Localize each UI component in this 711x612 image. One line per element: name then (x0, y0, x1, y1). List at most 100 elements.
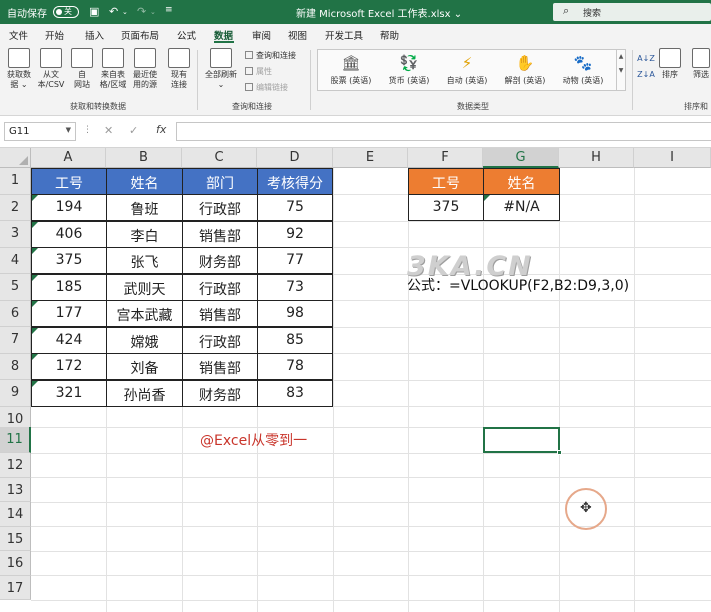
table-cell[interactable]: 77 (257, 247, 333, 274)
table-cell[interactable]: 销售部 (182, 353, 258, 380)
document-title[interactable]: 新建 Microsoft Excel 工作表.xlsx ⌄ (296, 5, 462, 20)
table-cell[interactable]: 73 (257, 274, 333, 301)
cancel-icon[interactable]: ✕ (104, 124, 113, 137)
table-cell[interactable]: 177 (31, 300, 107, 327)
table-cell[interactable]: 行政部 (182, 274, 258, 301)
tab-formulas[interactable]: 公式 (177, 28, 196, 42)
table-cell[interactable]: 83 (257, 380, 333, 407)
lookup-result-cell[interactable]: #N/A (483, 194, 560, 221)
row-header-7[interactable]: 7 (0, 327, 31, 354)
customize-toolbar-icon[interactable]: ≡ (165, 5, 173, 15)
search-box[interactable]: ⌕ 搜索 (553, 3, 711, 21)
sort-ascending-icon[interactable]: A↓Z (636, 54, 656, 64)
insert-function-icon[interactable]: fx (156, 123, 166, 136)
formula-input[interactable] (176, 122, 711, 141)
sort-az-buttons[interactable]: A↓Z Z↓A (636, 54, 656, 80)
table-cell[interactable]: 185 (31, 274, 107, 301)
table-cell[interactable]: 行政部 (182, 327, 258, 354)
queries-connections-button[interactable]: 查询和连接 (245, 50, 296, 61)
header-cell-name[interactable]: 姓名 (106, 168, 183, 195)
row-header-14[interactable]: 14 (0, 502, 31, 527)
tab-home[interactable]: 开始 (45, 28, 64, 42)
from-web-button[interactable]: 自 网站 (68, 48, 96, 90)
redo-icon[interactable]: ↷ (137, 5, 146, 18)
tab-review[interactable]: 审阅 (252, 28, 271, 42)
currency-data-type[interactable]: 💱 货币 (英语) (384, 54, 434, 86)
row-header-17[interactable]: 17 (0, 575, 31, 600)
row-header-8[interactable]: 8 (0, 353, 31, 380)
tab-help[interactable]: 帮助 (380, 28, 399, 42)
enter-icon[interactable]: ✓ (129, 124, 138, 137)
active-cell-g11[interactable] (483, 427, 562, 455)
name-box[interactable]: G11 ▼ (4, 122, 76, 141)
from-csv-button[interactable]: 从文 本/CSV (35, 48, 67, 90)
table-cell[interactable]: 375 (31, 247, 107, 274)
get-data-button[interactable]: 获取数 据 ⌄ (4, 48, 34, 90)
redo-dropdown-icon[interactable]: ⌄ (150, 8, 156, 16)
lookup-header-name[interactable]: 姓名 (483, 168, 560, 195)
table-cell[interactable]: 75 (257, 194, 333, 221)
row-header-1[interactable]: 1 (0, 168, 31, 195)
fill-handle[interactable] (557, 450, 562, 455)
save-icon[interactable]: ▣ (89, 5, 99, 18)
tab-data[interactable]: 数据 (214, 28, 233, 42)
refresh-all-button[interactable]: 全部刷新 ⌄ (202, 48, 240, 90)
select-all-button[interactable] (0, 148, 31, 168)
header-cell-department[interactable]: 部门 (182, 168, 258, 195)
column-header-i[interactable]: I (634, 148, 711, 168)
stocks-data-type[interactable]: 🏛 股票 (英语) (326, 54, 376, 86)
tab-page-layout[interactable]: 页面布局 (121, 28, 159, 42)
row-header-3[interactable]: 3 (0, 221, 31, 248)
table-cell[interactable]: 张飞 (106, 247, 183, 274)
column-header-d[interactable]: D (257, 148, 333, 168)
column-header-a[interactable]: A (31, 148, 106, 168)
table-cell[interactable]: 172 (31, 353, 107, 380)
anatomy-data-type[interactable]: ✋ 解剖 (英语) (500, 54, 550, 86)
lookup-input-cell[interactable]: 375 (408, 194, 484, 221)
table-cell[interactable]: 刘备 (106, 353, 183, 380)
table-cell[interactable]: 78 (257, 353, 333, 380)
table-cell[interactable]: 424 (31, 327, 107, 354)
table-cell[interactable]: 李白 (106, 221, 183, 248)
recent-sources-button[interactable]: 最近使 用的源 (130, 48, 160, 90)
header-cell-score[interactable]: 考核得分 (257, 168, 333, 195)
table-cell[interactable]: 销售部 (182, 300, 258, 327)
row-header-5[interactable]: 5 (0, 274, 31, 301)
table-cell[interactable]: 92 (257, 221, 333, 248)
table-cell[interactable]: 嫦娥 (106, 327, 183, 354)
sort-descending-icon[interactable]: Z↓A (636, 70, 656, 80)
column-header-b[interactable]: B (106, 148, 182, 168)
table-cell[interactable]: 321 (31, 380, 107, 407)
tab-file[interactable]: 文件 (9, 28, 28, 42)
table-cell[interactable]: 财务部 (182, 380, 258, 407)
animals-data-type[interactable]: 🐾 动物 (英语) (558, 54, 608, 86)
column-header-g[interactable]: G (483, 148, 559, 168)
table-cell[interactable]: 销售部 (182, 221, 258, 248)
column-header-f[interactable]: F (408, 148, 483, 168)
column-header-c[interactable]: C (182, 148, 257, 168)
row-header-13[interactable]: 13 (0, 477, 31, 502)
table-cell[interactable]: 行政部 (182, 194, 258, 221)
row-header-2[interactable]: 2 (0, 194, 31, 221)
tab-developer[interactable]: 开发工具 (325, 28, 363, 42)
existing-connections-button[interactable]: 现有 连接 (166, 48, 192, 90)
row-header-9[interactable]: 9 (0, 380, 31, 407)
table-cell[interactable]: 406 (31, 221, 107, 248)
row-header-4[interactable]: 4 (0, 247, 31, 274)
undo-icon[interactable]: ↶ (109, 5, 118, 18)
properties-button[interactable]: 属性 (245, 66, 272, 77)
from-table-button[interactable]: 来自表 格/区域 (97, 48, 129, 90)
column-header-e[interactable]: E (333, 148, 408, 168)
tab-view[interactable]: 视图 (288, 28, 307, 42)
autosave-toggle[interactable]: 关 (53, 6, 79, 18)
formula-bar-resize-icon[interactable]: ⋮ (83, 125, 92, 135)
lookup-header-employee-id[interactable]: 工号 (408, 168, 484, 195)
table-cell[interactable]: 85 (257, 327, 333, 354)
tab-insert[interactable]: 插入 (85, 28, 104, 42)
table-cell[interactable]: 98 (257, 300, 333, 327)
header-cell-employee-id[interactable]: 工号 (31, 168, 107, 195)
gallery-scroll-buttons[interactable]: ▲ ▼ (616, 49, 626, 91)
undo-dropdown-icon[interactable]: ⌄ (122, 8, 128, 16)
row-header-6[interactable]: 6 (0, 300, 31, 327)
table-cell[interactable]: 孙尚香 (106, 380, 183, 407)
